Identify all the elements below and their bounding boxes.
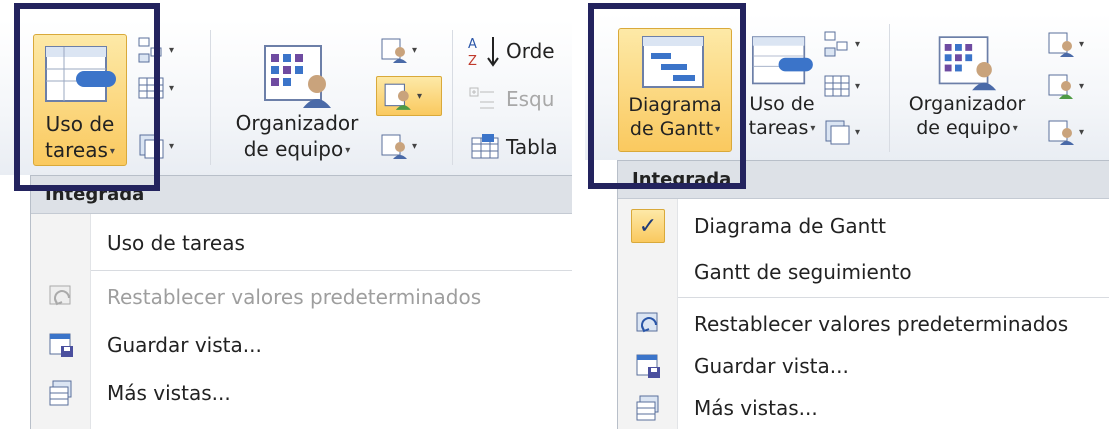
resource-usage-button[interactable]: ▾ <box>1047 70 1095 102</box>
organizador-label-line1: Organizador <box>908 93 1026 115</box>
chevron-down-icon: ▾ <box>1012 122 1018 134</box>
organizador-label-line2: de equipo <box>243 137 344 161</box>
menu-item-label: Gantt de seguimiento <box>694 260 912 284</box>
organizador-de-equipo-button[interactable]: Organizador de equipo ▾ <box>897 28 1037 152</box>
other-resource-views-button[interactable]: ▾ <box>380 130 428 162</box>
menu-item-label: Guardar vista... <box>694 354 849 378</box>
organizador-de-equipo-button[interactable]: Organizador de equipo ▾ <box>222 34 372 166</box>
chevron-down-icon: ▾ <box>345 144 351 156</box>
reset-view-icon <box>49 285 71 306</box>
views-dropdown-menu: Integrada Uso de tareas Restablecer valo… <box>30 175 572 429</box>
views-dropdown-menu: Integrada ✓ Diagrama de Gantt Gantt de s… <box>617 160 1109 429</box>
menu-item-label: Restablecer valores predeterminados <box>694 312 1069 336</box>
chevron-down-icon: ▾ <box>855 80 861 92</box>
menu-item-label: Guardar vista... <box>107 333 262 357</box>
esquema-label: Esqu <box>506 87 555 111</box>
menu-item-guardar-vista[interactable]: Guardar vista... <box>618 345 1109 387</box>
more-views-icon <box>636 395 659 421</box>
network-view-button[interactable]: ▾ <box>823 28 871 60</box>
uso-label-line2: tareas <box>748 117 809 139</box>
menu-item-guardar-vista[interactable]: Guardar vista... <box>31 324 572 366</box>
group-divider <box>889 24 890 152</box>
calendar-grid-icon <box>824 75 850 97</box>
chevron-down-icon: ▾ <box>412 140 418 152</box>
resource-views-icon <box>1048 120 1074 145</box>
task-usage-icon <box>752 36 813 85</box>
chevron-down-icon: ▾ <box>855 38 861 50</box>
menu-item-restablecer[interactable]: Restablecer valores predeterminados <box>618 303 1109 345</box>
ordenar-button[interactable]: AZ Orde <box>466 34 555 68</box>
resource-usage-icon <box>384 83 411 110</box>
resource-usage-icon <box>1048 74 1073 99</box>
reset-view-icon <box>636 312 658 333</box>
sort-az-icon: AZ <box>468 37 499 68</box>
svg-text:A: A <box>468 37 477 52</box>
resource-sheet-button[interactable]: ▾ <box>380 34 428 66</box>
chevron-down-icon: ▾ <box>412 44 418 56</box>
organizador-label-line2: de equipo <box>916 117 1011 139</box>
team-planner-icon <box>264 45 331 108</box>
menu-item-label: Más vistas... <box>107 381 231 405</box>
save-view-icon <box>636 354 660 378</box>
menu-item-uso-de-tareas[interactable]: Uso de tareas <box>31 222 572 264</box>
calendar-view-button[interactable]: ▾ <box>823 70 871 102</box>
ordenar-label: Orde <box>506 39 555 63</box>
esquema-button[interactable]: Esqu <box>466 84 554 114</box>
chevron-down-icon: ▾ <box>169 140 175 152</box>
table-icon <box>471 134 499 159</box>
menu-item-label: Uso de tareas <box>107 231 245 255</box>
check-icon: ✓ <box>631 209 665 243</box>
uso-de-tareas-button[interactable]: Uso de tareas ▾ <box>737 28 827 152</box>
outline-icon <box>469 87 494 109</box>
team-planner-icon <box>938 36 997 91</box>
resource-views-icon <box>381 134 407 159</box>
resource-usage-button[interactable]: ▾ <box>376 76 442 116</box>
menu-item-mas-vistas[interactable]: Más vistas... <box>618 387 1109 429</box>
highlight-box <box>588 3 746 189</box>
uso-label-line1: Uso de <box>749 93 815 115</box>
svg-text:Z: Z <box>468 54 477 68</box>
right-panel: Diagrama de Gantt▾ Uso de tareas▾ ▾ ▾ <box>585 0 1109 429</box>
highlight-box <box>14 3 160 191</box>
organizador-label-line1: Organizador <box>235 111 359 135</box>
menu-item-label: Más vistas... <box>694 396 818 420</box>
menu-separator <box>91 270 572 271</box>
network-diagram-icon <box>824 31 848 57</box>
menu-item-gantt-de-seguimiento[interactable]: Gantt de seguimiento <box>618 251 1109 293</box>
other-views-button[interactable]: ▾ <box>823 116 871 148</box>
menu-item-label: Restablecer valores predeterminados <box>107 285 482 309</box>
tabla-label: Tabla <box>506 135 558 159</box>
group-divider <box>210 30 211 165</box>
more-views-icon <box>49 380 72 406</box>
save-view-icon <box>49 333 73 357</box>
chevron-down-icon: ▾ <box>1079 80 1085 92</box>
chevron-down-icon: ▾ <box>810 122 816 134</box>
group-divider <box>452 30 453 165</box>
menu-item-mas-vistas[interactable]: Más vistas... <box>31 372 572 414</box>
left-panel: Uso de tareas ▾ ▾ ▾ ▾ Organizador de equ… <box>0 0 572 429</box>
tabla-button[interactable]: Tabla <box>466 132 558 162</box>
resource-sheet-icon <box>1048 32 1074 57</box>
menu-item-label: Diagrama de Gantt <box>694 214 886 238</box>
menu-item-restablecer[interactable]: Restablecer valores predeterminados <box>31 276 572 318</box>
chevron-down-icon: ▾ <box>855 126 861 138</box>
chevron-down-icon: ▾ <box>1079 126 1085 138</box>
chevron-down-icon: ▾ <box>169 82 175 94</box>
resource-sheet-icon <box>381 38 407 63</box>
menu-item-diagrama-de-gantt[interactable]: ✓ Diagrama de Gantt <box>618 205 1109 247</box>
chevron-down-icon: ▾ <box>169 44 175 56</box>
menu-separator <box>678 297 1109 298</box>
resource-sheet-button[interactable]: ▾ <box>1047 28 1095 60</box>
other-resource-views-button[interactable]: ▾ <box>1047 116 1095 148</box>
other-views-icon <box>825 120 850 145</box>
chevron-down-icon: ▾ <box>417 90 423 102</box>
chevron-down-icon: ▾ <box>1079 38 1085 50</box>
